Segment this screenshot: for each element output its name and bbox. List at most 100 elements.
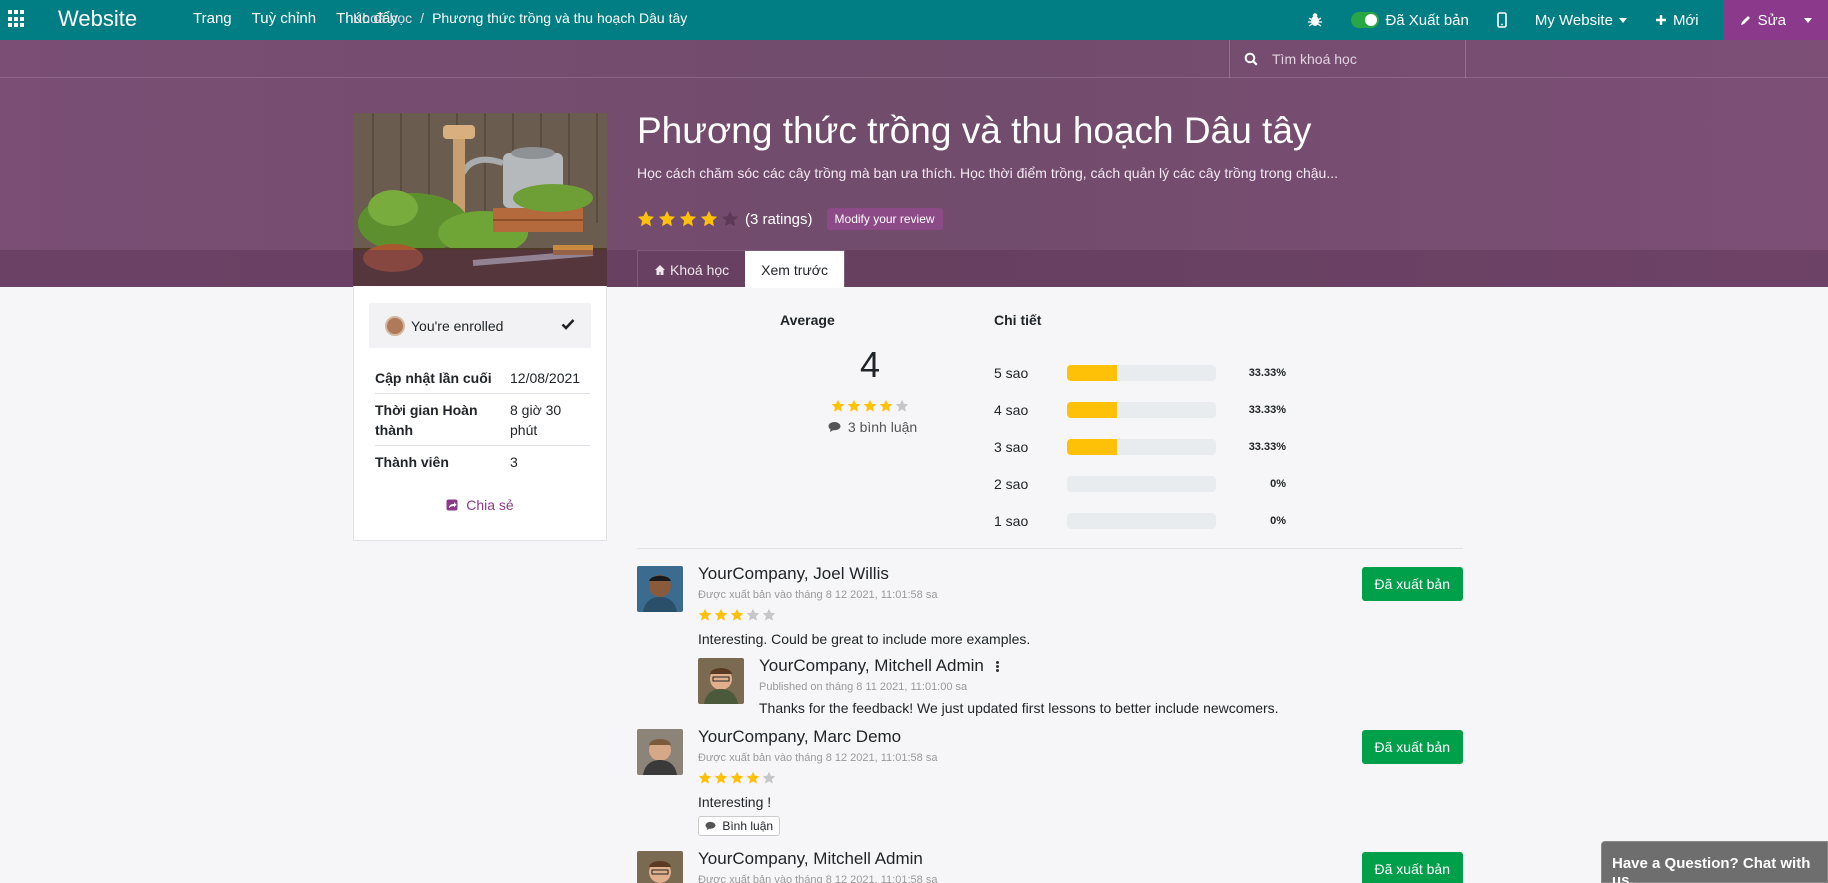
toggle-switch-icon[interactable]: [1351, 12, 1380, 28]
edit-button[interactable]: Sửa: [1722, 0, 1828, 40]
published-toggle-button[interactable]: Đã xuất bản: [1361, 852, 1463, 883]
comment-count: 3 bình luận: [828, 419, 917, 435]
review-stars: [698, 771, 776, 785]
star-filled-icon: [730, 771, 744, 784]
average-rating-value: 4: [859, 344, 881, 385]
rating-bar-label: 1 sao: [994, 512, 1029, 529]
star-filled-icon: [698, 608, 712, 621]
reply-author-name: YourCompany, Mitchell Admin: [759, 656, 1000, 676]
course-search[interactable]: [1229, 40, 1466, 78]
plus-icon: [1655, 15, 1666, 25]
rating-bar-row: 3 sao 33.33%: [994, 428, 1286, 465]
rating-bar-label: 4 sao: [994, 401, 1029, 418]
website-selector[interactable]: My Website: [1535, 12, 1627, 29]
course-rating: (3 ratings) Modify your review: [637, 208, 943, 230]
breadcrumb: Khoá học / Phương thức trồng và thu hoạch …: [353, 10, 687, 26]
rating-distribution: 5 sao 33.33% 4 sao 33.33% 3 sao 33.33% 2…: [994, 354, 1286, 539]
breadcrumb-current: Phương thức trồng và thu hoạch Dâu tây: [432, 10, 688, 26]
course-title: Phương thức trồng và thu hoạch Dâu tây: [637, 110, 1312, 151]
new-button-label: Mới: [1672, 11, 1699, 29]
rating-count: (3 ratings): [745, 210, 813, 228]
avatar: [698, 658, 744, 704]
avatar: [637, 729, 683, 775]
rating-bar-row: 4 sao 33.33%: [994, 391, 1286, 428]
rating-bar-row: 1 sao 0%: [994, 502, 1286, 539]
info-value: 8 giờ 30 phút: [510, 402, 562, 438]
review-item: YourCompany, Mitchell Admin Được xuất bả…: [637, 851, 1463, 883]
edit-button-label: Sửa: [1757, 11, 1786, 29]
app-name[interactable]: Website: [58, 6, 137, 32]
mobile-preview-icon[interactable]: [1497, 12, 1507, 28]
publish-toggle[interactable]: Đã Xuất bản: [1351, 12, 1469, 29]
enrolled-label: You're enrolled: [411, 317, 504, 334]
rating-bar-label: 5 sao: [994, 364, 1029, 381]
review-text: Interesting. Could be great to include m…: [698, 631, 1031, 647]
star-filled-icon: [658, 210, 676, 227]
star-empty-icon: [746, 608, 760, 621]
course-info-table: Cập nhật lần cuối 12/08/2021 Thời gian H…: [375, 362, 590, 477]
star-filled-icon: [714, 771, 728, 784]
rating-bar-track: [1067, 401, 1216, 418]
avatar: [637, 566, 683, 612]
star-filled-icon: [847, 399, 861, 412]
comment-button-label: Bình luận: [722, 819, 774, 833]
info-value: 3: [510, 454, 518, 470]
avatar: [637, 851, 683, 883]
star-filled-icon: [746, 771, 760, 784]
info-key: Thành viên: [375, 454, 449, 470]
average-heading: Average: [780, 312, 835, 328]
reviewer-name: YourCompany, Marc Demo: [698, 727, 902, 746]
info-value: 12/08/2021: [510, 370, 581, 386]
apps-grid-icon[interactable]: [8, 10, 26, 28]
bug-icon[interactable]: [1307, 12, 1323, 28]
home-icon: [655, 264, 665, 275]
rating-bar-row: 2 sao 0%: [994, 465, 1286, 502]
tab-course[interactable]: Khoá học: [638, 251, 745, 288]
tab-preview[interactable]: Xem trước: [745, 251, 844, 288]
livechat-button[interactable]: Have a Question? Chat with us.: [1601, 841, 1828, 883]
menu-item-customize[interactable]: Tuỳ chỉnh: [252, 10, 316, 27]
breadcrumb-parent-link[interactable]: Khoá học: [353, 10, 412, 26]
pencil-icon: [1740, 15, 1750, 25]
new-button[interactable]: Mới: [1655, 12, 1699, 29]
rating-bar-percent: 33.33%: [1248, 440, 1286, 453]
rating-bar-track: [1067, 512, 1216, 529]
comment-count-label: 3 bình luận: [847, 419, 918, 435]
enrolled-status: You're enrolled: [369, 303, 591, 348]
navbar-right: Đã Xuất bản My Website Mới Sửa: [1279, 0, 1828, 40]
breadcrumb-bar: [0, 40, 1828, 78]
rating-bar-percent: 0%: [1270, 514, 1286, 527]
star-filled-icon: [698, 771, 712, 784]
star-filled-icon: [863, 399, 877, 412]
rating-bar-label: 2 sao: [994, 475, 1029, 492]
reviewer-name: YourCompany, Mitchell Admin: [698, 851, 923, 868]
rating-bar-percent: 33.33%: [1248, 366, 1286, 379]
breadcrumb-separator: /: [420, 10, 425, 26]
caret-down-icon[interactable]: [1804, 17, 1812, 23]
search-icon[interactable]: [1244, 52, 1258, 66]
check-icon: [561, 319, 575, 330]
published-toggle-button[interactable]: Đã xuất bản: [1361, 567, 1463, 601]
share-label: Chia sẻ: [466, 497, 514, 513]
info-key: Cập nhật lần cuối: [375, 370, 492, 386]
search-input[interactable]: [1272, 51, 1452, 67]
kebab-menu-icon[interactable]: [995, 660, 1000, 673]
published-toggle-button[interactable]: Đã xuất bản: [1361, 730, 1463, 764]
rating-bar-track: [1067, 438, 1216, 455]
rating-bar-row: 5 sao 33.33%: [994, 354, 1286, 391]
share-icon: [446, 499, 458, 511]
course-info-card: You're enrolled Cập nhật lần cuối 12/08/…: [353, 286, 607, 541]
rating-bar-fill: [1067, 364, 1117, 381]
review-item: YourCompany, Joel Willis Được xuất bản v…: [637, 564, 1463, 716]
star-filled-icon: [679, 210, 697, 227]
share-link[interactable]: Chia sẻ: [354, 497, 606, 513]
caret-down-icon: [1618, 17, 1627, 23]
tab-strip: [0, 250, 1828, 287]
review-stars: [698, 608, 776, 622]
comment-button[interactable]: Bình luận: [698, 816, 781, 836]
reviewer-name: YourCompany, Joel Willis: [698, 564, 889, 583]
modify-review-button[interactable]: Modify your review: [826, 208, 943, 230]
info-key: Thời gian Hoàn thành: [375, 402, 478, 438]
menu-item-pages[interactable]: Trang: [193, 10, 232, 27]
rating-bar-percent: 33.33%: [1248, 403, 1286, 416]
